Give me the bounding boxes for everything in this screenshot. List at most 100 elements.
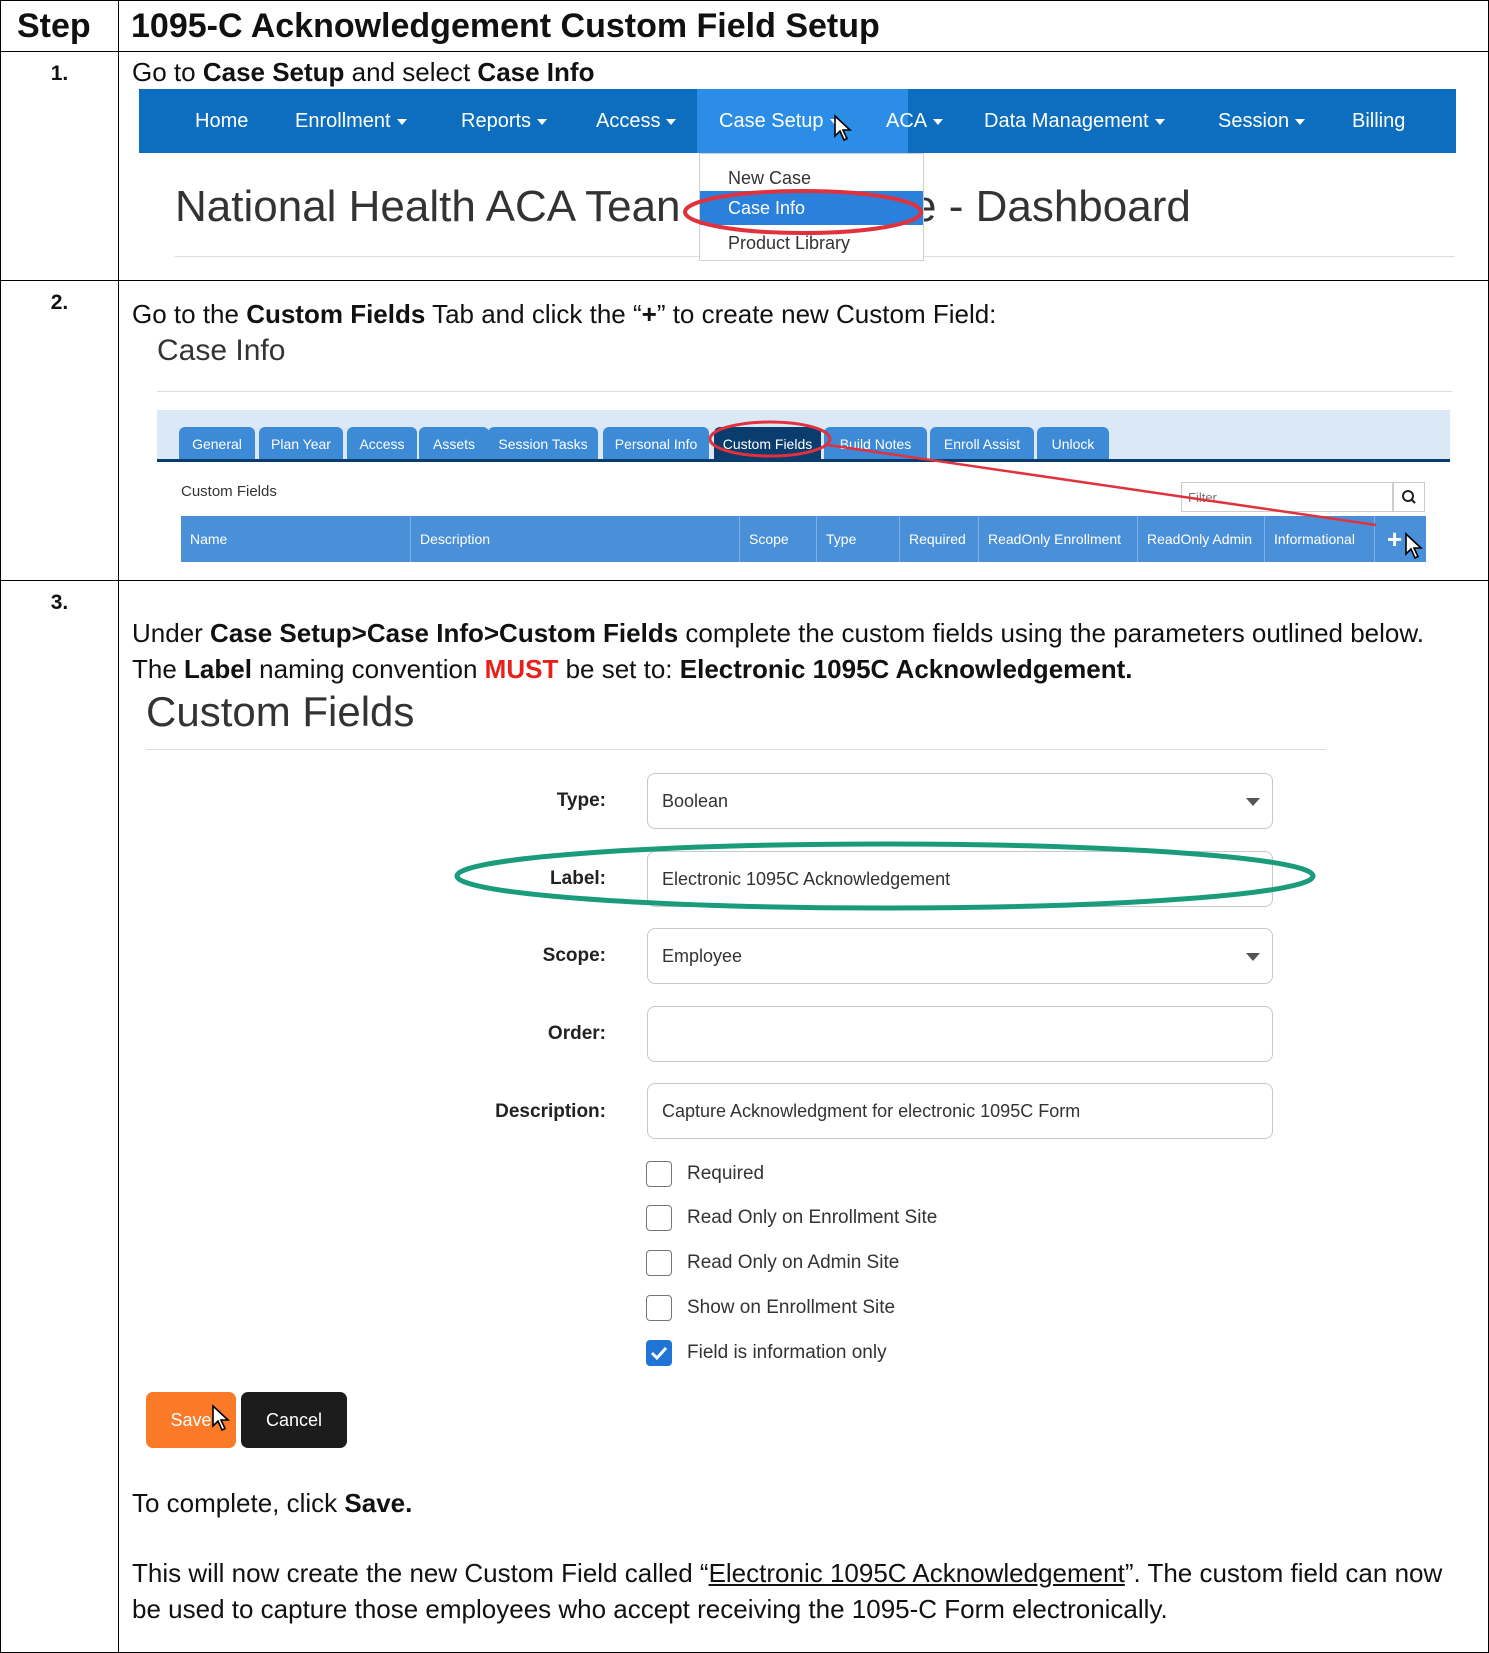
description-label: Description: <box>495 1101 606 1122</box>
bold-text: Save. <box>344 1488 413 1518</box>
caret-down-icon <box>396 118 407 125</box>
step-number: 2. <box>50 291 69 314</box>
bold-text: Label <box>184 654 252 684</box>
show-enrollment-checkbox[interactable] <box>646 1295 672 1321</box>
result-text: This will now create the new Custom Fiel… <box>132 1555 1462 1627</box>
search-button[interactable] <box>1393 482 1425 512</box>
checkbox-label: Read Only on Admin Site <box>687 1252 900 1273</box>
tab-session-tasks[interactable]: Session Tasks <box>488 427 598 461</box>
caret-down-icon <box>933 118 944 125</box>
scope-select[interactable]: Employee <box>647 928 1273 984</box>
case-info-title: Case Info <box>157 334 286 367</box>
input-value: Capture Acknowledgment for electronic 10… <box>662 1101 1081 1121</box>
bold-text: Case Setup <box>202 57 345 87</box>
divider <box>146 749 1326 750</box>
nav-label: Data Management <box>984 110 1149 132</box>
readonly-enrollment-checkbox[interactable] <box>646 1205 672 1231</box>
checkbox-label: Required <box>687 1163 765 1184</box>
search-icon <box>1402 490 1416 504</box>
nav-home[interactable]: Home <box>195 89 248 153</box>
step2-instruction: Go to the Custom Fields Tab and click th… <box>132 296 1432 332</box>
order-input[interactable] <box>647 1006 1273 1062</box>
caret-down-icon <box>537 118 548 125</box>
type-select[interactable]: Boolean <box>647 773 1273 829</box>
nav-case-setup[interactable]: Case Setup <box>697 89 908 153</box>
title-cell: 1095-C Acknowledgement Custom Field Setu… <box>118 0 1489 52</box>
information-only-checkbox[interactable] <box>646 1340 672 1366</box>
tab-personal-info[interactable]: Personal Info <box>603 427 709 461</box>
nav-data-management[interactable]: Data Management <box>984 89 1165 153</box>
description-input[interactable]: Capture Acknowledgment for electronic 10… <box>647 1083 1273 1139</box>
nav-label: Case Setup <box>719 110 824 132</box>
text: This will now create the new Custom Fiel… <box>132 1558 709 1588</box>
step-number: 1. <box>50 62 69 85</box>
nav-reports[interactable]: Reports <box>461 89 548 153</box>
tab-access[interactable]: Access <box>347 427 417 461</box>
bold-text: Electronic 1095C Acknowledgement. <box>679 654 1133 684</box>
tab-plan-year[interactable]: Plan Year <box>259 427 343 461</box>
custom-fields-title: Custom Fields <box>146 688 415 735</box>
highlight-ellipse-green <box>454 841 1316 911</box>
step1-instruction: Go to Case Setup and select Case Info <box>132 54 1432 90</box>
nav-session[interactable]: Session <box>1218 89 1306 153</box>
highlight-ellipse-red <box>683 189 923 235</box>
tab-general[interactable]: General <box>179 427 255 461</box>
text: Under <box>132 618 211 648</box>
bold-text: Case Setup>Case Info>Custom Fields <box>210 618 679 648</box>
text: Tab and click the “ <box>425 299 642 329</box>
mouse-cursor-icon <box>212 1404 231 1432</box>
highlight-arrow-red <box>708 420 1377 527</box>
cancel-button[interactable]: Cancel <box>241 1392 347 1448</box>
bold-text: + <box>641 299 657 329</box>
type-label: Type: <box>556 790 606 811</box>
complete-instruction: To complete, click Save. <box>132 1485 1432 1521</box>
step3-instruction: Under Case Setup>Case Info>Custom Fields… <box>132 615 1452 687</box>
nav-access[interactable]: Access <box>596 89 677 153</box>
chevron-down-icon <box>1246 953 1260 961</box>
required-checkbox[interactable] <box>646 1161 672 1187</box>
step-number: 3. <box>50 591 69 614</box>
divider <box>157 391 1452 392</box>
caret-down-icon <box>1154 118 1165 125</box>
nav-billing[interactable]: Billing <box>1352 89 1405 153</box>
text: To complete, click <box>132 1488 345 1518</box>
select-value: Boolean <box>662 791 729 811</box>
table-body-strip <box>181 562 1426 570</box>
column-header[interactable]: Description <box>411 516 740 562</box>
nav-label: Home <box>195 110 249 132</box>
dashboard-title-left: National Health ACA Tean <box>175 182 681 231</box>
nav-label: Session <box>1218 110 1290 132</box>
readonly-admin-checkbox[interactable] <box>646 1250 672 1276</box>
must-text: MUST <box>484 654 559 684</box>
field-name-underlined: Electronic 1095C Acknowledgement <box>708 1558 1125 1588</box>
checkbox-label: Show on Enrollment Site <box>687 1297 896 1318</box>
text: Go to the <box>132 299 247 329</box>
step2-number-cell: 2. <box>0 280 119 581</box>
mouse-cursor-icon <box>1405 532 1424 560</box>
bold-text: Case Info <box>477 57 595 87</box>
order-label: Order: <box>547 1023 606 1044</box>
nav-bar: Home Enrollment Reports Access Case Setu… <box>139 89 1456 153</box>
checkbox-label: Field is information only <box>687 1342 887 1363</box>
column-header[interactable]: Name <box>181 516 411 562</box>
nav-enrollment[interactable]: Enrollment <box>295 89 407 153</box>
dashboard-title-right: e - Dashboard <box>912 182 1191 231</box>
nav-aca[interactable]: ACA <box>886 89 944 153</box>
checkbox-label: Read Only on Enrollment Site <box>687 1207 938 1228</box>
checkmark-icon <box>650 1346 668 1361</box>
step1-number-cell: 1. <box>0 51 119 281</box>
nav-label: Reports <box>461 110 532 132</box>
nav-label: Access <box>596 110 661 132</box>
nav-label: Billing <box>1352 110 1406 132</box>
document-title: 1095-C Acknowledgement Custom Field Setu… <box>131 7 880 45</box>
tab-assets[interactable]: Assets <box>419 427 489 461</box>
select-value: Employee <box>662 946 743 966</box>
step3-number-cell: 3. <box>0 580 119 1653</box>
text: naming convention <box>251 654 485 684</box>
text: ” to create new Custom Field: <box>656 299 997 329</box>
section-label: Custom Fields <box>181 483 277 500</box>
text: be set to: <box>558 654 680 684</box>
text: Go to <box>132 57 203 87</box>
caret-down-icon <box>1295 118 1306 125</box>
step-header: Step <box>17 7 91 45</box>
